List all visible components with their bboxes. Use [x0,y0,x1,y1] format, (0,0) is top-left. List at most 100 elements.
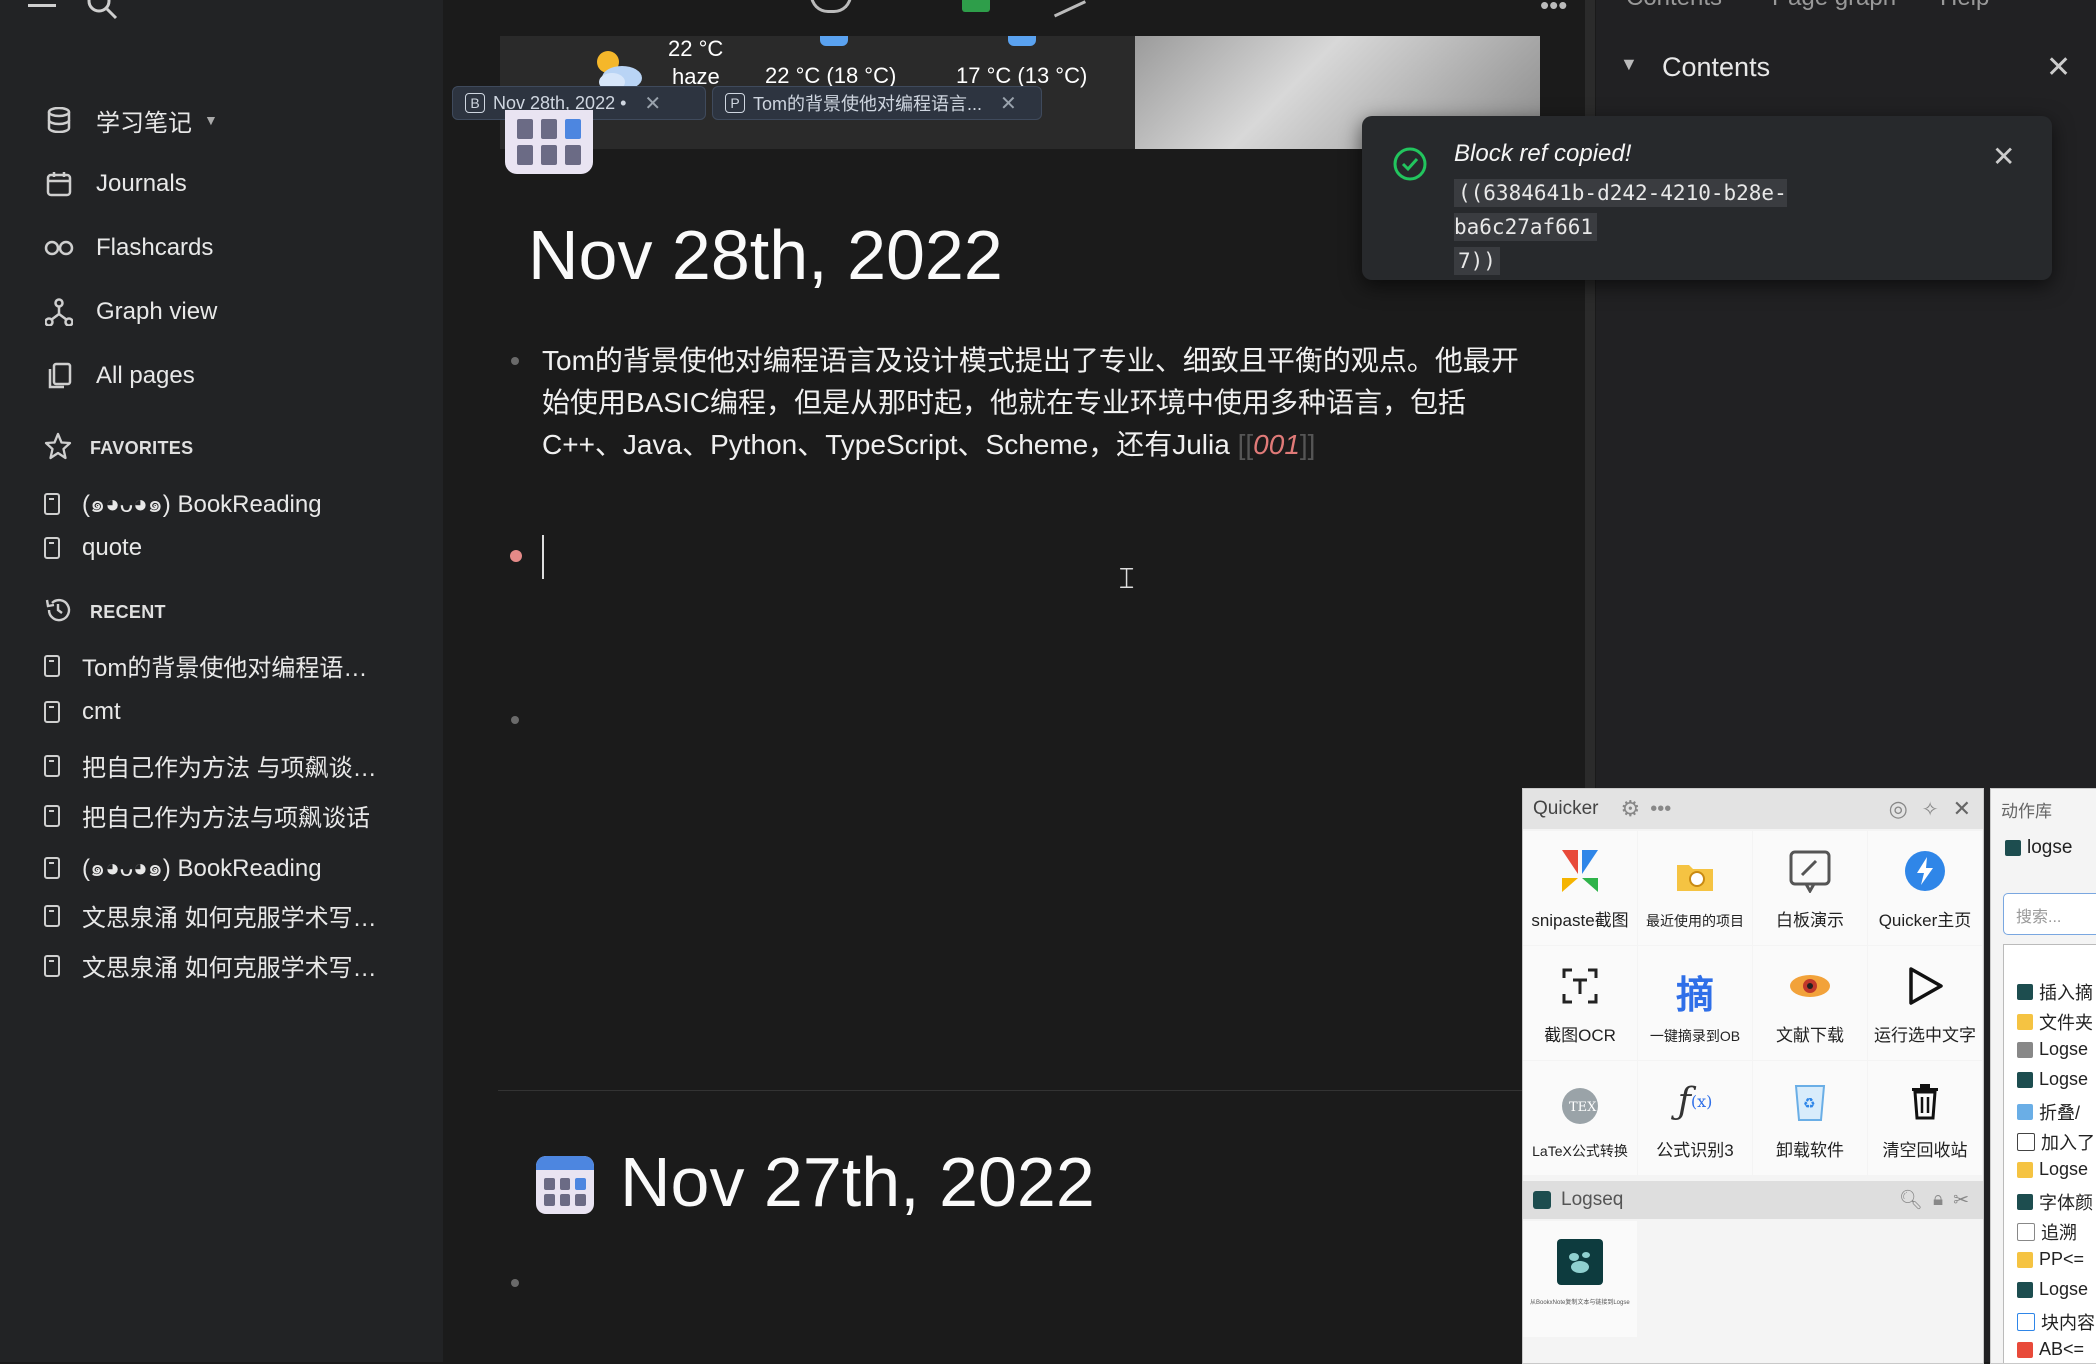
ibeam-cursor-icon: 𝙸 [1116,562,1138,595]
page-ref-link[interactable]: 001 [1253,429,1300,460]
list-item[interactable]: 追溯 [2017,1219,2077,1245]
weather-cloud-icon [820,36,848,46]
recent-item[interactable]: 把自己作为方法与项飙谈话 [44,798,404,833]
quicker-action[interactable]: 截图OCR [1523,946,1637,1060]
recent-header[interactable]: RECENT [44,596,166,629]
tools-icon[interactable]: ✂ [1953,1189,1969,1212]
pages-icon [44,361,74,391]
close-icon[interactable]: ✕ [1992,140,2015,173]
right-tab-page-graph[interactable]: Page graph [1772,0,1896,12]
tab-letter: B [465,93,485,113]
nav-flashcards[interactable]: Flashcards [44,228,213,268]
list-item[interactable]: 字体颜 [2017,1189,2093,1215]
right-tab-help[interactable]: Help [1940,0,1989,12]
favorites-header[interactable]: FAVORITES [44,432,193,465]
toast-code[interactable]: ((6384641b-d242-4210-b28e-ba6c27af661 7)… [1454,176,1924,278]
list-item[interactable]: 块内容 [2017,1309,2095,1335]
quicker-action[interactable]: 文献下载 [1753,946,1867,1060]
more-icon[interactable]: ••• [1540,0,1567,18]
quicker-action[interactable]: 运行选中文字 [1868,946,1982,1060]
status-badge[interactable] [962,0,990,12]
block-ref-text: 7)) [1454,247,1500,275]
block-bullet[interactable] [511,357,519,365]
more-icon[interactable]: ••• [1650,798,1671,821]
nav-all-pages[interactable]: All pages [44,356,195,396]
quicker-subpanel-header: Logseq 🔍︎ 🔒︎ ✂ [1523,1181,1983,1219]
left-sidebar: 学习笔记 ▼ Journals Flashcards Graph view Al… [0,0,443,1362]
nav-journals[interactable]: Journals [44,164,187,204]
nav-graph-view[interactable]: Graph view [44,292,217,332]
favorite-label: (๑◕ᴗ◕๑) BookReading [82,491,322,518]
recent-item[interactable]: 文思泉涌 如何克服学术写… [44,948,404,983]
chevron-right-icon [2017,1223,2035,1241]
close-icon[interactable]: ✕ [2046,50,2071,85]
svg-text:♻: ♻ [1803,1095,1816,1111]
action-label: snipaste截图 [1531,911,1629,930]
action-library-panel: 动作库 logse 搜索... 插入摘 文件夹 Logse Logse 折叠/ … [1990,788,2096,1364]
search-icon[interactable] [86,0,118,25]
list-item[interactable]: 折叠/ [2017,1099,2080,1125]
list-item[interactable]: 文件夹 [2017,1009,2093,1035]
recent-item[interactable]: (๑◕ᴗ◕๑) BookReading [44,848,404,887]
close-icon[interactable]: ✕ [1000,91,1017,116]
quicker-action[interactable]: 白板演示 [1753,831,1867,945]
list-item-label: 块内容 [2041,1313,2095,1333]
block-ref-text: ((6384641b-d242-4210-b28e-ba6c27af661 [1454,179,1787,241]
list-item[interactable]: Logse [2017,1279,2088,1300]
graph-switcher[interactable]: 学习笔记 ▼ [44,100,218,140]
favorite-item[interactable]: (๑◕ᴗ◕๑) BookReading [44,484,404,523]
logseq-icon [1533,1191,1551,1209]
tab-page[interactable]: P Tom的背景使他对编程语言... ✕ [712,86,1042,120]
quicker-action[interactable]: TEX LaTeX公式转换 [1523,1061,1637,1175]
list-item[interactable]: Logse [2017,1039,2088,1060]
quicker-action[interactable]: 清空回收站 [1868,1061,1982,1175]
block-content[interactable]: Tom的背景使他对编程语言及设计模式提出了专业、细致且平衡的观点。他最开始使用B… [542,340,1522,466]
toast-title: Block ref copied! [1454,140,1632,167]
contents-title[interactable]: Contents [1662,52,1770,83]
action-label: LaTeX公式转换 [1532,1143,1628,1159]
list-item-label: Logse [2039,1039,2089,1059]
favorite-item[interactable]: quote [44,534,404,562]
list-item[interactable]: 插入摘 [2017,979,2093,1005]
action-search-input[interactable]: 搜索... [2003,893,2096,935]
quicker-action[interactable]: 摘 一键摘录到OB [1638,946,1752,1060]
quicker-action[interactable]: ƒ (x) 公式识别3 [1638,1061,1752,1175]
recent-item[interactable]: cmt [44,698,404,726]
close-icon[interactable]: ✕ [644,91,661,116]
block-bullet[interactable] [511,1279,519,1287]
triangle-down-icon[interactable]: ▼ [1620,54,1638,75]
menu-icon[interactable] [28,0,58,19]
quicker-action[interactable]: 从BookxNote复制文本与链接到Logseq [1523,1221,1637,1337]
recent-item[interactable]: 把自己作为方法 与项飙谈… [44,748,404,783]
list-item[interactable]: Logse [2017,1069,2088,1090]
quicker-action[interactable]: Quicker主页 [1868,831,1982,945]
action-library-tab[interactable]: logse [2005,837,2072,859]
quicker-action[interactable]: ♻ 卸载软件 [1753,1061,1867,1175]
pin-icon[interactable]: ✧ [1922,797,1939,822]
list-item[interactable]: PP<= [2017,1249,2084,1270]
temp-now: 22 °C [668,36,724,61]
journal-title[interactable]: Nov 28th, 2022 [528,215,1003,295]
graph-name: 学习笔记 [96,109,192,137]
recent-item[interactable]: Tom的背景使他对编程语… [44,648,404,683]
right-tab-contents[interactable]: Contents [1626,0,1722,12]
list-item[interactable]: Logse [2017,1159,2088,1180]
search-icon[interactable]: 🔍︎ [1899,1188,1923,1212]
lock-icon[interactable]: 🔒︎ [1933,1189,1943,1211]
recent-label: cmt [82,698,121,725]
quicker-action[interactable]: 最近使用的项目 [1638,831,1752,945]
ocr-icon [1557,963,1603,1009]
close-icon[interactable]: ✕ [1953,796,1971,822]
editing-block-bullet[interactable] [510,550,522,562]
list-item[interactable]: 加入了 [2017,1129,2095,1155]
block-bullet[interactable] [511,716,519,724]
list-item[interactable]: AB<= [2017,1339,2084,1360]
quicker-action[interactable]: snipaste截图 [1523,831,1637,945]
journal-divider [498,1090,1591,1091]
journal-title[interactable]: Nov 27th, 2022 [620,1142,1095,1222]
action-label: Quicker主页 [1878,911,1972,930]
gear-icon[interactable]: ⚙ [1620,796,1640,822]
user-icon[interactable]: ◎ [1889,796,1908,822]
logseq-icon [2017,984,2033,1000]
recent-item[interactable]: 文思泉涌 如何克服学术写… [44,898,404,933]
